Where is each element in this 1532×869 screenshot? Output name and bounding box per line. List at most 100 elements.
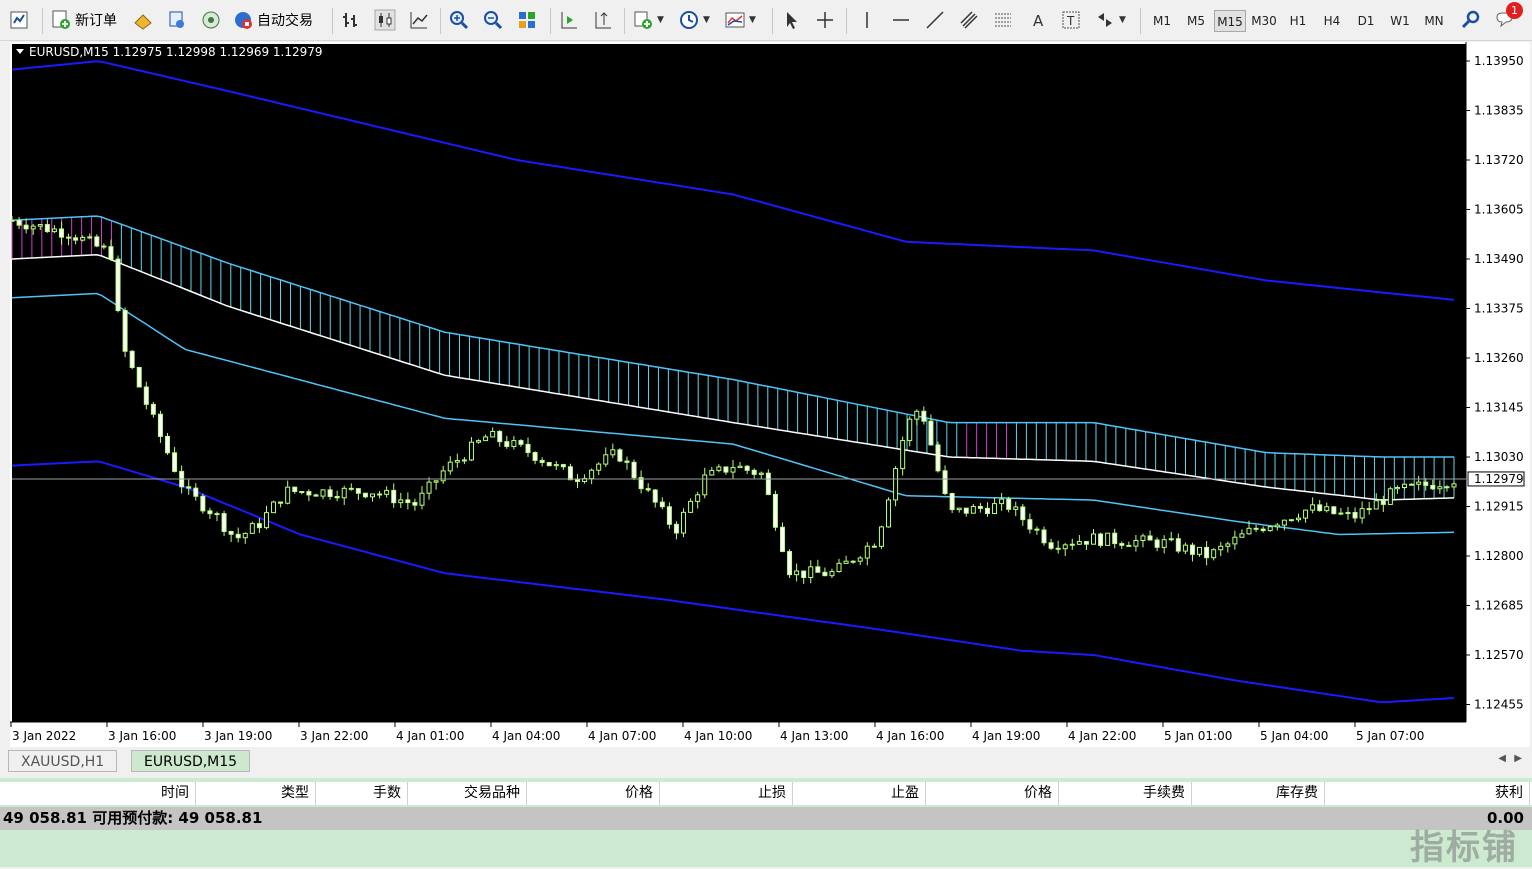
scroll-right-icon[interactable]: ▶ — [1514, 753, 1522, 764]
indicators-button[interactable]: ▼ — [632, 6, 664, 34]
trendline-icon — [926, 11, 944, 29]
column-header[interactable]: 时间 — [0, 782, 196, 805]
candle-body — [278, 501, 284, 504]
column-header[interactable]: 止损 — [660, 782, 793, 805]
candle-body — [801, 570, 807, 579]
vertical-line-button[interactable] — [856, 6, 878, 34]
candle-body — [1168, 538, 1174, 541]
toolbar-separator — [42, 8, 43, 34]
periods-button[interactable]: ▼ — [678, 6, 710, 34]
candle-body — [1317, 504, 1323, 512]
timeframe-d1-button[interactable]: D1 — [1350, 10, 1382, 32]
timeframe-m30-button[interactable]: M30 — [1248, 10, 1280, 32]
tile-windows-button[interactable] — [516, 6, 538, 34]
timeframe-m15-button[interactable]: M15 — [1214, 10, 1246, 32]
bar-chart-button[interactable] — [340, 6, 362, 34]
timeframe-m1-button[interactable]: M1 — [1146, 10, 1178, 32]
price-chart[interactable]: 1.13950 1.13835 1.13720 1.13605 1.13490 1.133… — [10, 42, 1530, 747]
candle-body — [928, 420, 934, 446]
column-header[interactable]: 手数 — [316, 782, 408, 805]
current-price-label: 1.12979 — [1474, 472, 1524, 486]
candle-body — [878, 526, 884, 547]
equidistant-channel-button[interactable] — [958, 6, 980, 34]
time-label: 3 Jan 19:00 — [204, 729, 272, 743]
profiles-button[interactable] — [8, 6, 30, 34]
candle-body — [695, 494, 701, 502]
timeframe-w1-button[interactable]: W1 — [1384, 10, 1416, 32]
notifications-button[interactable]: 1 — [1494, 2, 1523, 34]
candle-body — [320, 489, 326, 497]
new-order-button[interactable]: 新订单 — [50, 6, 117, 34]
tab-eurusd-m15[interactable]: EURUSD,M15 — [131, 750, 251, 772]
candle-body — [999, 498, 1005, 505]
column-header[interactable]: 止盈 — [793, 782, 926, 805]
price-label: 1.13145 — [1474, 401, 1524, 415]
crosshair-tool-button[interactable] — [814, 6, 836, 34]
tab-xauusd-h1[interactable]: XAUUSD,H1 — [8, 750, 118, 772]
toolbar-separator — [440, 8, 441, 34]
timeframe-h4-button[interactable]: H4 — [1316, 10, 1348, 32]
candle-body — [1133, 539, 1139, 547]
scroll-left-icon[interactable]: ◀ — [1498, 753, 1506, 764]
text-label-button[interactable]: T — [1060, 6, 1082, 34]
cursor-tool-button[interactable] — [780, 6, 802, 34]
candle-body — [1161, 539, 1167, 548]
templates-button[interactable]: ▼ — [724, 6, 756, 34]
candle-body — [1041, 529, 1047, 544]
column-header[interactable]: 类型 — [196, 782, 316, 805]
candle-body — [391, 489, 397, 504]
search-button[interactable] — [1460, 6, 1482, 34]
arrows-icon — [1098, 13, 1112, 27]
timeframe-m5-button[interactable]: M5 — [1180, 10, 1212, 32]
text-tool-button[interactable]: A — [1028, 6, 1050, 34]
candle-body — [1076, 541, 1082, 545]
market-watch-icon — [134, 14, 152, 30]
candle-body — [143, 386, 149, 405]
horizontal-line-button[interactable] — [890, 6, 912, 34]
trendline-button[interactable] — [924, 6, 946, 34]
candle-body — [751, 469, 757, 475]
line-chart-button[interactable] — [408, 6, 430, 34]
data-window-button[interactable] — [166, 6, 188, 34]
zoom-in-button[interactable] — [448, 6, 470, 34]
candle-body — [977, 505, 983, 509]
column-header[interactable]: 价格 — [527, 782, 660, 805]
candle-body — [214, 513, 220, 516]
timeframe-h1-button[interactable]: H1 — [1282, 10, 1314, 32]
column-header[interactable]: 获利 — [1325, 782, 1530, 805]
candle-body — [1260, 528, 1266, 532]
candle-body — [327, 489, 333, 497]
column-header[interactable]: 价格 — [926, 782, 1059, 805]
column-header[interactable]: 手续费 — [1059, 782, 1192, 805]
candle-body — [857, 557, 863, 562]
candle-body — [984, 507, 990, 515]
fibonacci-button[interactable] — [992, 6, 1014, 34]
candle-body — [1451, 483, 1457, 488]
arrows-button[interactable]: ▼ — [1094, 6, 1126, 34]
candle-body — [1034, 528, 1040, 531]
candle-body — [299, 491, 305, 494]
auto-scroll-button[interactable] — [558, 6, 580, 34]
candle-body — [228, 530, 234, 535]
zoom-out-button[interactable] — [482, 6, 504, 34]
terminal-header: 时间 类型 手数 交易品种 价格 止损 止盈 价格 手续费 库存费 获利 — [0, 782, 1532, 805]
candle-body — [483, 436, 489, 442]
zoom-out-icon — [484, 11, 503, 30]
column-header[interactable]: 库存费 — [1192, 782, 1325, 805]
column-header[interactable]: 交易品种 — [408, 782, 527, 805]
market-watch-button[interactable] — [132, 6, 154, 34]
candle-body — [1387, 488, 1393, 505]
timeframe-mn-button[interactable]: MN — [1418, 10, 1450, 32]
navigator-button[interactable] — [200, 6, 222, 34]
chart-shift-button[interactable] — [592, 6, 614, 34]
toolbar-separator — [1140, 8, 1141, 34]
candlestick-button[interactable] — [374, 6, 396, 34]
time-label: 4 Jan 19:00 — [972, 729, 1040, 743]
auto-trading-button[interactable]: 自动交易 — [232, 6, 313, 34]
chart-window[interactable]: 1.13950 1.13835 1.13720 1.13605 1.13490 1.133… — [10, 42, 1530, 747]
candle-body — [1197, 546, 1203, 555]
candle-body — [306, 491, 312, 496]
candle-body — [1373, 500, 1379, 510]
candle-body — [1112, 532, 1118, 545]
candle-body — [787, 550, 793, 576]
